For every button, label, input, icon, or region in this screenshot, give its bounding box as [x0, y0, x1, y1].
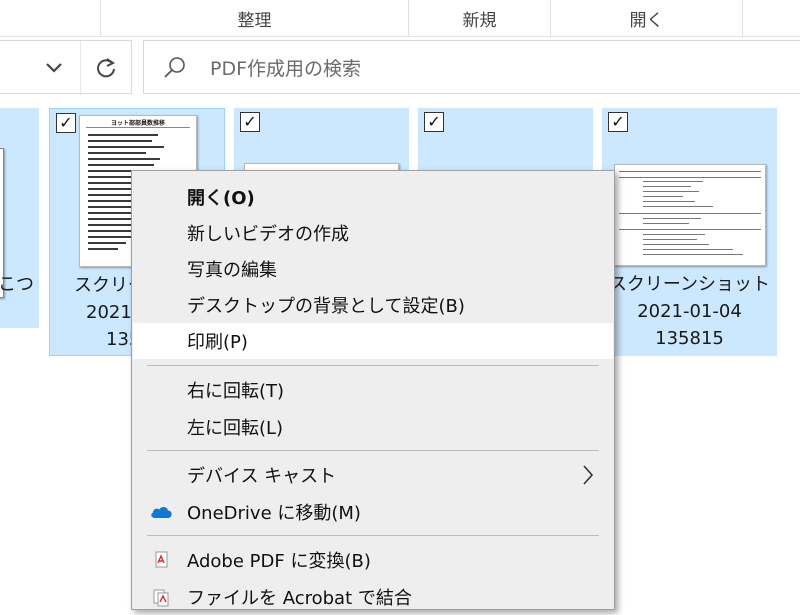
menu-item-label: 開く(O) [187, 188, 255, 209]
menu-item-move-to-onedrive[interactable]: OneDrive に移動(M) [133, 494, 613, 530]
address-bar[interactable] [0, 40, 132, 95]
chevron-right-icon [583, 465, 594, 485]
ribbon-group-open: 開く [550, 0, 742, 36]
checkbox-checked-icon[interactable]: ✓ [240, 112, 260, 132]
menu-item-rotate-left[interactable]: 左に回転(L) [133, 409, 613, 445]
file-name-line: 135815 [655, 328, 724, 349]
checkbox-checked-icon[interactable]: ✓ [608, 112, 628, 132]
menu-item-new-video[interactable]: 新しいビデオの作成 [133, 215, 613, 251]
menu-separator [147, 450, 599, 451]
file-tile[interactable]: こつ [0, 108, 39, 328]
menu-item-rotate-right[interactable]: 右に回転(T) [133, 372, 613, 408]
menu-item-combine-in-acrobat[interactable]: ファイルを Acrobat で結合 [133, 579, 613, 615]
refresh-icon[interactable] [80, 41, 130, 95]
checkbox-checked-icon[interactable]: ✓ [56, 113, 76, 133]
menu-item-cast-to-device[interactable]: デバイス キャスト [133, 457, 613, 493]
ribbon-group-organize: 整理 [100, 0, 408, 36]
onedrive-cloud-icon [151, 506, 172, 518]
acrobat-combine-icon [153, 589, 169, 607]
menu-item-label: 印刷(P) [187, 332, 248, 353]
menu-item-set-desktop-background[interactable]: デスクトップの背景として設定(B) [133, 287, 613, 323]
menu-separator [147, 365, 599, 366]
menu-item-convert-to-adobe-pdf[interactable]: Adobe PDF に変換(B) [133, 542, 613, 578]
file-name-line: こつ [0, 274, 34, 295]
menu-separator [147, 535, 599, 536]
ribbon-group-new: 新規 [408, 0, 550, 36]
file-thumbnail [614, 164, 766, 266]
menu-item-print[interactable]: 印刷(P) [133, 323, 613, 359]
search-input[interactable]: PDF作成用の検索 [210, 41, 361, 93]
menu-item-label: 写真の編集 [187, 260, 277, 281]
file-name-line: スクリーンショット [608, 274, 771, 295]
menu-item-label: 右に回転(T) [187, 381, 285, 402]
menu-item-label: ファイルを Acrobat で結合 [187, 588, 412, 609]
menu-item-label: 新しいビデオの作成 [187, 224, 349, 245]
menu-item-label: OneDrive に移動(M) [187, 503, 361, 524]
menu-item-label: 左に回転(L) [187, 418, 284, 439]
ribbon-group-row: 整理 新規 開く [0, 0, 800, 37]
chevron-down-icon[interactable] [36, 41, 72, 95]
context-menu: 開く(O) 新しいビデオの作成 写真の編集 デスクトップの背景として設定(B) … [131, 170, 615, 610]
thumbnail-title: ヨット部部員数推移 [86, 118, 190, 128]
adobe-pdf-icon [155, 551, 168, 568]
menu-item-edit-photo[interactable]: 写真の編集 [133, 251, 613, 287]
file-name-line: 2021-01-04 [637, 301, 742, 322]
search-box[interactable]: PDF作成用の検索 [143, 40, 800, 94]
menu-item-label: Adobe PDF に変換(B) [187, 551, 371, 572]
menu-item-open[interactable]: 開く(O) [133, 179, 613, 215]
menu-item-label: デバイス キャスト [187, 466, 337, 487]
search-icon [164, 57, 185, 78]
ribbon-group-extra [742, 0, 800, 36]
checkbox-checked-icon[interactable]: ✓ [424, 112, 444, 132]
file-tile-selected[interactable]: ✓ スクリーンショット 2021-01-04 135815 [602, 108, 777, 356]
menu-item-label: デスクトップの背景として設定(B) [187, 296, 465, 317]
